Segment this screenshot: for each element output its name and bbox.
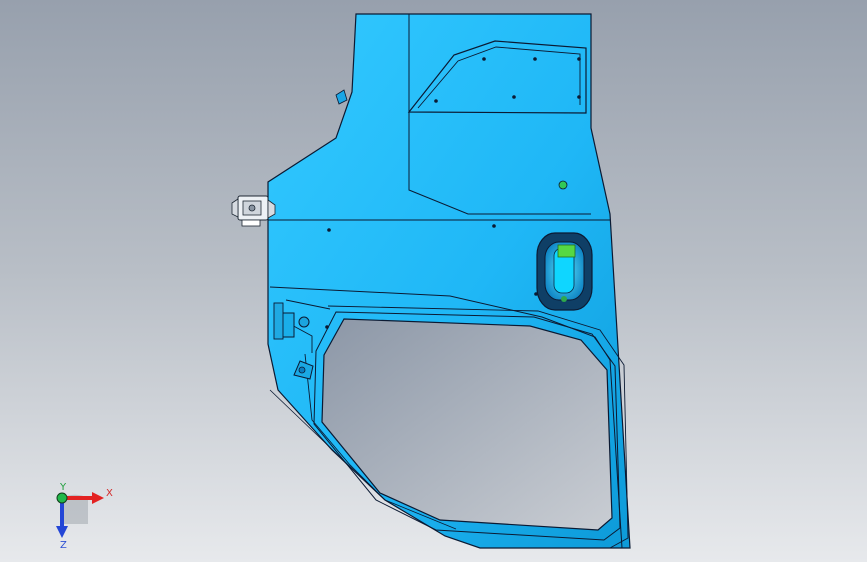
x-axis-label: X bbox=[106, 488, 113, 499]
door-handle[interactable] bbox=[536, 232, 593, 311]
cad-viewport[interactable]: X Y Z bbox=[0, 0, 867, 562]
z-axis-label: Z bbox=[60, 540, 67, 550]
y-axis-label: Y bbox=[59, 482, 67, 493]
window-cutout bbox=[304, 305, 629, 549]
door-model[interactable] bbox=[0, 0, 867, 562]
coordinate-triad: X Y Z bbox=[56, 482, 113, 550]
